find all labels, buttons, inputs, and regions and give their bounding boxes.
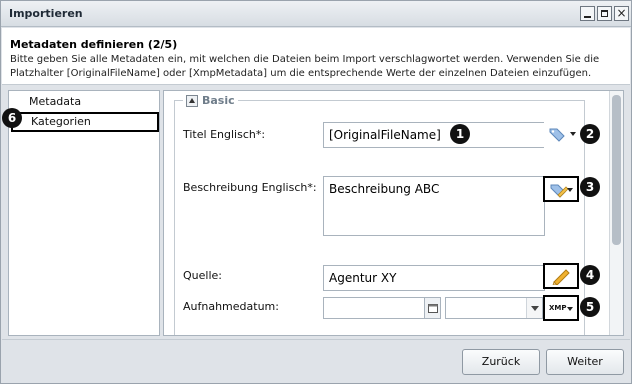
metadata-form-panel: Basic Titel Englisch*: [OriginalFileName… [163,90,624,336]
back-button[interactable]: Zurück [462,349,540,375]
collapse-toggle[interactable] [186,94,198,107]
sidebar-item-label: Metadata [29,95,82,108]
step-header: Metadaten definieren (2/5) Bitte geben S… [2,28,630,85]
basic-legend: Basic [183,94,238,107]
callout-4: 4 [580,265,600,285]
title-metadata-menu-button[interactable] [544,122,580,148]
section-label: Basic [202,94,235,107]
pencil-icon [552,269,570,285]
collapse-arrow-icon [189,97,195,103]
next-button[interactable]: Weiter [546,349,624,375]
minimize-button[interactable] [580,6,595,21]
chevron-down-icon [570,132,576,136]
capture-date-label: Aufnahmedatum: [183,300,279,313]
maximize-icon [601,10,608,17]
close-button[interactable]: × [614,6,629,21]
tag-icon [549,128,565,142]
callout-5: 5 [580,297,600,317]
callout-3: 3 [580,177,600,197]
source-edit-button[interactable] [543,263,579,289]
window-title: Importieren [9,7,83,20]
callout-1: 1 [450,124,470,144]
step-description: Bitte geben Sie alle Metadaten ein, mit … [10,54,600,79]
select-dropdown-button[interactable] [526,298,542,318]
description-metadata-menu-button[interactable] [543,176,579,202]
calendar-button[interactable] [424,298,440,318]
sidebar-item-kategorien[interactable]: Kategorien [11,112,159,132]
callout-2: 2 [580,124,600,144]
capture-date-input[interactable] [323,297,441,319]
form-scrollbar[interactable] [609,91,623,335]
section-sidebar: Metadata Kategorien [8,90,160,336]
sidebar-item-metadata[interactable]: Metadata [9,93,159,111]
minimize-icon [584,16,591,18]
description-en-label: Beschreibung Englisch*: [183,181,317,194]
dialog-footer: Zurück Weiter [2,339,630,383]
scrollbar-thumb[interactable] [612,95,621,245]
tag-edit-icon [550,184,569,198]
title-en-input[interactable]: [OriginalFileName] [323,122,545,148]
sidebar-item-label: Kategorien [31,115,91,128]
close-icon: × [616,6,627,20]
source-label: Quelle: [183,269,222,282]
calendar-icon [428,304,438,313]
step-title: Metadaten definieren (2/5) [10,38,178,51]
chevron-down-icon [531,306,539,311]
title-bar: Importieren × [1,1,631,27]
chevron-down-icon [567,188,573,192]
dialog-body: Metadata Kategorien 6 Basic Titel Englis… [2,86,630,339]
capture-time-select[interactable] [445,297,543,319]
source-input[interactable]: Agentur XY [323,265,545,291]
xmp-menu-button[interactable]: XMP [543,295,579,321]
chevron-down-icon [567,307,573,311]
xmp-label: XMP [549,304,567,312]
maximize-button[interactable] [597,6,612,21]
callout-6: 6 [2,108,22,128]
title-en-label: Titel Englisch*: [183,128,266,141]
import-dialog: Importieren × Metadaten definieren (2/5)… [0,0,632,384]
description-en-textarea[interactable]: Beschreibung ABC [323,176,545,236]
